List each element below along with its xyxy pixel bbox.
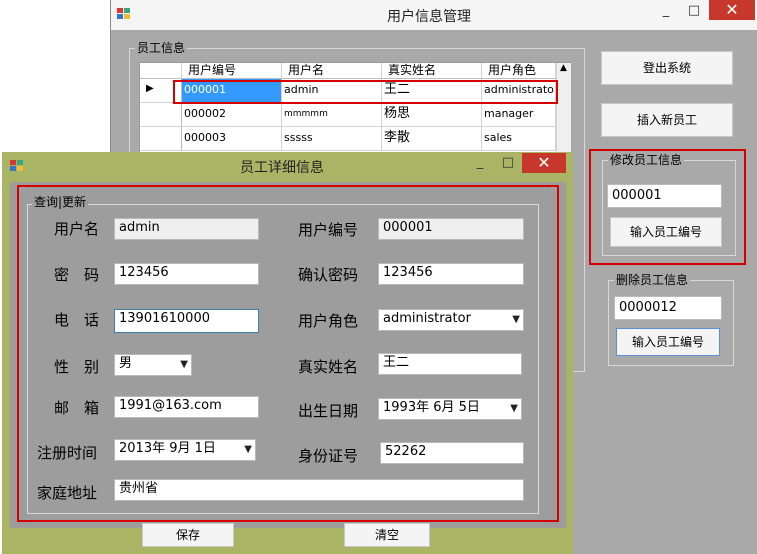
logout-button[interactable]: 登出系统 [601,51,733,85]
gender-label: 性 别 [54,358,100,376]
chevron-down-icon[interactable]: ▼ [510,399,518,419]
grid-header-real-name[interactable]: 真实姓名 [382,63,482,79]
detail-window-title: 员工详细信息 [240,160,324,176]
birth-date-label: 出生日期 [298,402,359,420]
grid-cell[interactable]: 李散 [382,127,482,151]
user-id-label: 用户编号 [298,221,359,239]
chevron-down-icon[interactable]: ▼ [512,310,520,330]
grid-row-header[interactable] [140,103,182,127]
user-id-input[interactable]: 000001 [378,218,524,240]
minimize-button[interactable]: _ [653,0,679,22]
gender-select[interactable]: 男 ▼ [114,354,192,376]
grid-cell[interactable]: 000003 [182,127,282,151]
grid-header-username[interactable]: 用户名 [282,63,382,79]
real-name-input[interactable]: 王二 [378,353,522,375]
main-window-title: 用户信息管理 [387,9,471,25]
grid-cell[interactable]: sssss [282,127,382,151]
detail-window: 员工详细信息 _ □ ✕ 查询|更新 用户名 admin 用户编号 000001… [2,152,573,554]
detail-close-button[interactable]: ✕ [522,153,566,173]
insert-employee-button[interactable]: 插入新员工 [601,103,733,137]
role-select-value: administrator [383,311,471,326]
detail-maximize-button[interactable]: □ [496,152,520,174]
modify-employee-id-input[interactable]: 000001 [607,184,722,208]
address-label: 家庭地址 [37,484,98,502]
confirm-password-input[interactable]: 123456 [378,263,524,285]
modify-employee-label: 修改员工信息 [608,153,685,167]
employee-info-group-label: 员工信息 [135,41,188,55]
modify-enter-id-button[interactable]: 输入员工编号 [610,217,722,247]
query-update-group-label: 查询|更新 [32,195,89,209]
grid-cell[interactable]: manager [482,103,556,127]
detail-app-icon [10,160,24,172]
grid-header-user-id[interactable]: 用户编号 [182,63,282,79]
current-row-marker: ▶ [146,83,154,94]
real-name-label: 真实姓名 [298,358,359,376]
role-select[interactable]: administrator ▼ [378,309,524,331]
birth-date-picker[interactable]: 1993年 6月 5日 ▼ [378,398,522,420]
username-label: 用户名 [54,220,100,238]
app-icon [117,8,131,20]
grid-row-header[interactable] [140,127,182,151]
birth-date-value: 1993年 6月 5日 [383,400,480,415]
delete-employee-id-input[interactable]: 0000012 [614,296,722,320]
register-time-value: 2013年 9月 1日 [119,441,216,456]
delete-enter-id-button[interactable]: 输入员工编号 [616,328,720,356]
phone-label: 电 话 [54,311,100,329]
id-number-input[interactable]: 52262 [380,442,524,464]
gender-select-value: 男 [119,356,133,371]
register-time-label: 注册时间 [37,444,98,462]
password-label: 密 码 [54,266,100,284]
close-button[interactable]: ✕ [709,0,755,20]
scroll-up-arrow-icon[interactable]: ▲ [560,63,567,73]
phone-input[interactable]: 13901610000 [114,309,259,333]
main-titlebar: 用户信息管理 _ □ ✕ [111,0,757,30]
selected-row-highlight [173,80,558,104]
grid-cell[interactable]: sales [482,127,556,151]
save-button[interactable]: 保存 [142,523,234,547]
grid-cell[interactable]: mmmmm [282,103,382,127]
detail-minimize-button[interactable]: _ [468,152,492,174]
chevron-down-icon[interactable]: ▼ [244,440,252,460]
id-number-label: 身份证号 [298,447,359,465]
role-label: 用户角色 [298,312,359,330]
grid-cell[interactable]: 杨思 [382,103,482,127]
register-time-picker[interactable]: 2013年 9月 1日 ▼ [114,439,256,461]
grid-cell[interactable]: 000002 [182,103,282,127]
confirm-password-label: 确认密码 [298,266,359,284]
delete-employee-label: 删除员工信息 [614,273,691,287]
email-input[interactable]: 1991@163.com [114,396,259,418]
chevron-down-icon[interactable]: ▼ [180,355,188,375]
password-input[interactable]: 123456 [114,263,259,285]
email-label: 邮 箱 [54,399,100,417]
grid-header-role[interactable]: 用户角色 [482,63,556,79]
address-input[interactable]: 贵州省 [114,479,524,501]
grid-header-corner [140,63,182,79]
maximize-button[interactable]: □ [681,0,707,22]
username-input[interactable]: admin [114,218,259,240]
clear-button[interactable]: 清空 [344,523,430,547]
